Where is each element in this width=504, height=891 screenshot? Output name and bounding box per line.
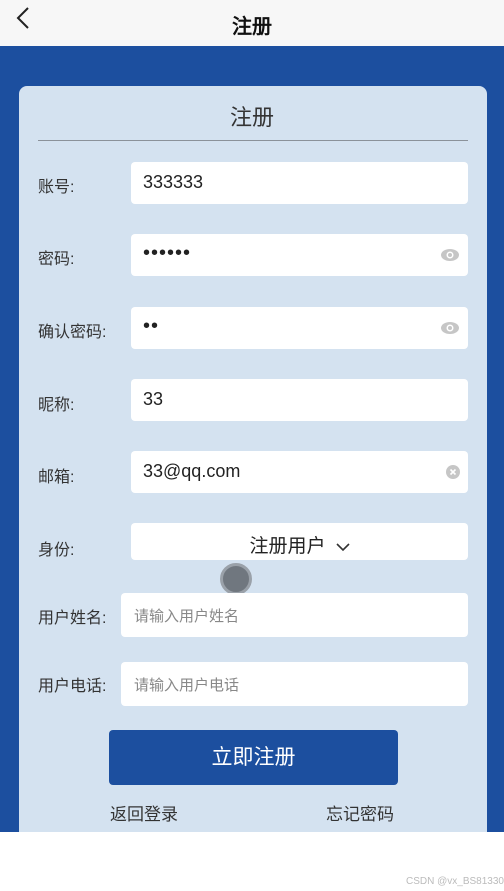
touch-indicator xyxy=(220,563,252,595)
email-value: 33@qq.com xyxy=(143,461,241,481)
email-label: 邮箱: xyxy=(38,469,75,486)
user-name-placeholder: 请输入用户姓名 xyxy=(134,608,240,625)
user-name-field[interactable]: 请输入用户姓名 xyxy=(121,593,468,637)
confirm-password-field[interactable]: •• xyxy=(131,307,468,349)
user-phone-label: 用户电话: xyxy=(38,678,107,695)
identity-select-display: 注册用户 xyxy=(131,531,468,558)
chevron-down-icon xyxy=(335,543,350,552)
page-title: 注册 xyxy=(232,16,272,38)
watermark: CSDN @vx_BS81330 xyxy=(406,876,504,887)
title-divider xyxy=(38,140,468,141)
identity-label: 身份: xyxy=(38,542,75,559)
nickname-value: 33 xyxy=(143,389,164,409)
top-nav-bar: 注册 xyxy=(0,0,504,46)
user-phone-placeholder: 请输入用户电话 xyxy=(134,677,240,694)
email-field[interactable]: 33@qq.com xyxy=(131,451,468,493)
password-value: •••••• xyxy=(143,242,192,264)
eye-icon[interactable] xyxy=(440,320,460,336)
password-field[interactable]: •••••• xyxy=(131,234,468,276)
eye-icon[interactable] xyxy=(440,247,460,263)
forgot-password-link[interactable]: 忘记密码 xyxy=(326,800,394,825)
register-button[interactable]: 立即注册 xyxy=(109,730,398,785)
clear-icon[interactable] xyxy=(446,465,460,479)
account-value: 333333 xyxy=(143,172,204,192)
card-title: 注册 xyxy=(229,105,274,130)
confirm-password-label: 确认密码: xyxy=(38,324,107,341)
nickname-label: 昵称: xyxy=(38,397,75,414)
back-to-login-link[interactable]: 返回登录 xyxy=(110,800,178,825)
identity-value: 注册用户 xyxy=(249,536,326,557)
password-label: 密码: xyxy=(38,251,75,268)
account-label: 账号: xyxy=(38,179,75,196)
user-name-label: 用户姓名: xyxy=(38,610,107,627)
identity-select[interactable]: 注册用户 xyxy=(131,523,468,560)
nickname-field[interactable]: 33 xyxy=(131,379,468,421)
user-phone-field[interactable]: 请输入用户电话 xyxy=(121,662,468,706)
confirm-password-value: •• xyxy=(143,315,160,337)
account-field[interactable]: 333333 xyxy=(131,162,468,204)
